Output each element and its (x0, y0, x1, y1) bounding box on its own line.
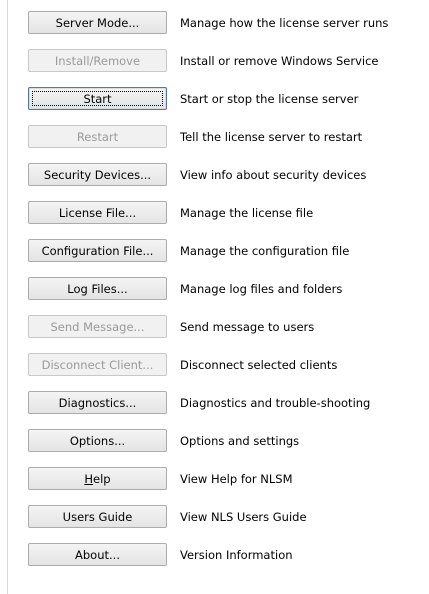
log-files-button-label: Log Files... (67, 281, 128, 296)
command-row-server-mode: Server Mode... Manage how the license se… (28, 0, 429, 38)
about-button-label: About... (75, 547, 120, 562)
help-button[interactable]: Help (28, 467, 167, 490)
send-message-button: Send Message... (28, 315, 167, 338)
left-frame-divider (7, 0, 8, 594)
start-button[interactable]: Start (28, 87, 167, 110)
security-devices-button-label: Security Devices... (43, 167, 152, 182)
options-button[interactable]: Options... (28, 429, 167, 452)
options-description: Options and settings (180, 434, 300, 448)
server-mode-button[interactable]: Server Mode... (28, 11, 167, 34)
diagnostics-button[interactable]: Diagnostics... (28, 391, 167, 414)
configuration-file-button[interactable]: Configuration File... (28, 239, 167, 262)
security-devices-button[interactable]: Security Devices... (28, 163, 167, 186)
command-row-license-file: License File... Manage the license file (28, 190, 429, 228)
command-row-start: Start Start or stop the license server (28, 76, 429, 114)
command-row-configuration-file: Configuration File... Manage the configu… (28, 228, 429, 266)
install-remove-button-label: Install/Remove (54, 53, 141, 68)
help-button-label: Help (84, 471, 111, 486)
server-mode-description: Manage how the license server runs (180, 16, 389, 30)
restart-button: Restart (28, 125, 167, 148)
about-description: Version Information (180, 548, 293, 562)
install-remove-description: Install or remove Windows Service (180, 54, 379, 68)
mnemonic-letter: H (84, 471, 94, 486)
command-row-help: Help View Help for NLSM (28, 456, 429, 494)
command-row-users-guide: Users Guide View NLS Users Guide (28, 494, 429, 532)
about-button[interactable]: About... (28, 543, 167, 566)
users-guide-description: View NLS Users Guide (180, 510, 307, 524)
restart-description: Tell the license server to restart (180, 130, 363, 144)
options-button-label: Options... (69, 433, 126, 448)
log-files-description: Manage log files and folders (180, 282, 343, 296)
command-row-log-files: Log Files... Manage log files and folder… (28, 266, 429, 304)
diagnostics-description: Diagnostics and trouble-shooting (180, 396, 371, 410)
help-description: View Help for NLSM (180, 472, 293, 486)
nlsm-command-panel: Server Mode... Manage how the license se… (28, 0, 429, 594)
license-file-button-label: License File... (58, 205, 137, 220)
license-file-button[interactable]: License File... (28, 201, 167, 224)
log-files-button[interactable]: Log Files... (28, 277, 167, 300)
disconnect-client-button: Disconnect Client... (28, 353, 167, 376)
users-guide-button-label: Users Guide (62, 509, 133, 524)
command-row-security-devices: Security Devices... View info about secu… (28, 152, 429, 190)
command-row-restart: Restart Tell the license server to resta… (28, 114, 429, 152)
diagnostics-button-label: Diagnostics... (58, 395, 137, 410)
send-message-button-label: Send Message... (50, 319, 145, 334)
send-message-description: Send message to users (180, 320, 315, 334)
license-file-description: Manage the license file (180, 206, 314, 220)
start-button-label: Start (83, 91, 112, 106)
security-devices-description: View info about security devices (180, 168, 367, 182)
disconnect-client-button-label: Disconnect Client... (41, 357, 154, 372)
server-mode-button-label: Server Mode... (55, 15, 140, 30)
command-row-install-remove: Install/Remove Install or remove Windows… (28, 38, 429, 76)
start-description: Start or stop the license server (180, 92, 359, 106)
restart-button-label: Restart (76, 129, 119, 144)
command-row-diagnostics: Diagnostics... Diagnostics and trouble-s… (28, 380, 429, 418)
command-row-disconnect-client: Disconnect Client... Disconnect selected… (28, 342, 429, 380)
command-row-send-message: Send Message... Send message to users (28, 304, 429, 342)
command-row-about: About... Version Information (28, 532, 429, 570)
configuration-file-description: Manage the configuration file (180, 244, 350, 258)
install-remove-button: Install/Remove (28, 49, 167, 72)
configuration-file-button-label: Configuration File... (41, 243, 154, 258)
users-guide-button[interactable]: Users Guide (28, 505, 167, 528)
disconnect-client-description: Disconnect selected clients (180, 358, 338, 372)
command-row-options: Options... Options and settings (28, 418, 429, 456)
